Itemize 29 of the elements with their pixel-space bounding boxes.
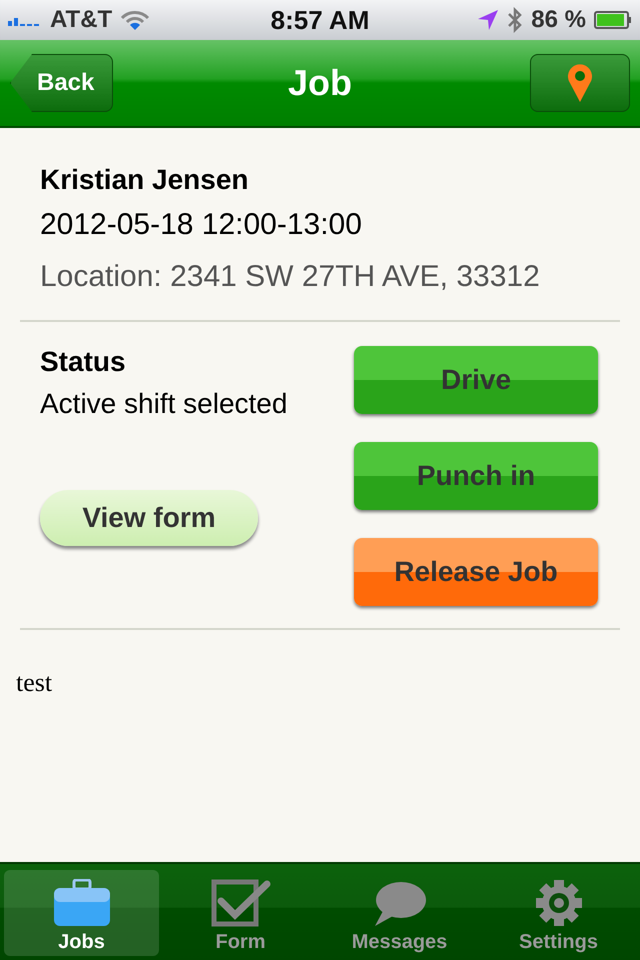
tab-item[interactable]: Jobs [4, 870, 159, 956]
tab-item[interactable]: Settings [481, 870, 636, 956]
map-pin-icon [567, 63, 593, 103]
action-button[interactable]: Drive [354, 346, 598, 414]
battery-percent: 86 % [531, 6, 586, 34]
job-location: Location: 2341 SW 27TH AVE, 33312 [40, 260, 541, 294]
checkbox-icon [210, 879, 270, 927]
status-text: Active shift selected [40, 388, 288, 420]
view-form-button[interactable]: View form [40, 490, 258, 546]
bluetooth-icon [507, 7, 524, 33]
speech-bubble-icon [372, 881, 426, 927]
back-button[interactable]: Back [10, 54, 114, 112]
tab-item[interactable]: Form [163, 870, 318, 956]
job-time: 2012-05-18 12:00-13:00 [40, 208, 363, 242]
release-job-button[interactable]: Release Job [354, 538, 598, 606]
briefcase-icon [52, 879, 112, 927]
location-arrow-icon [477, 9, 500, 31]
settings-icon [534, 879, 582, 927]
battery-icon [594, 11, 632, 29]
carrier-name: AT&T [50, 6, 112, 34]
nav-title: Job [288, 62, 352, 104]
action-button[interactable]: Punch in [354, 442, 598, 510]
map-button[interactable] [530, 54, 630, 112]
wifi-icon [120, 9, 150, 31]
note-text: test [16, 668, 52, 698]
customer-name: Kristian Jensen [40, 164, 250, 196]
clock-time: 8:57 AM [270, 4, 370, 36]
tab-item[interactable]: Messages [322, 870, 477, 956]
status-heading: Status [40, 346, 126, 378]
